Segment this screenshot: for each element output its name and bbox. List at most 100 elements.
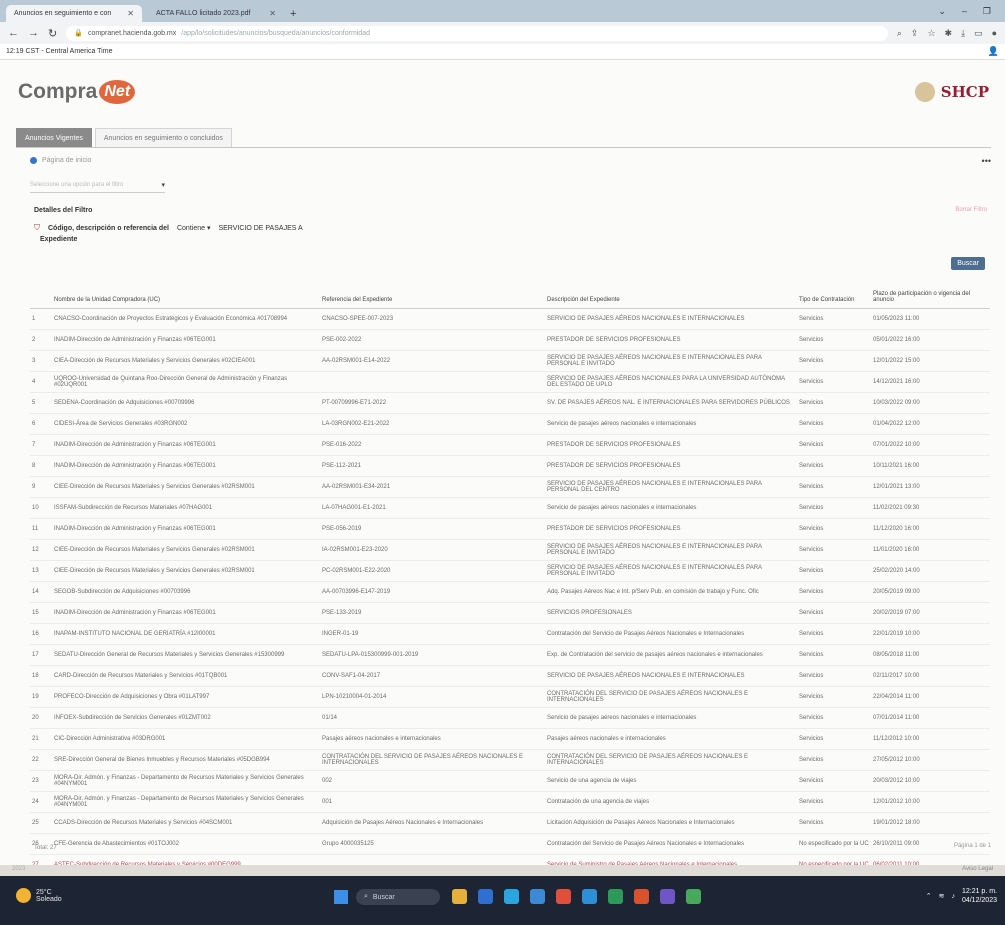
- header-tipo[interactable]: Tipo de Contratación: [797, 279, 871, 309]
- table-row[interactable]: 11 INADIM-Dirección de Administración y F…: [30, 518, 990, 540]
- table-row[interactable]: 3 CIEA-Dirección de Recursos Materiales y…: [30, 350, 990, 372]
- row-descripcion: Licitación Adquisición de Pasajes Aéreos…: [545, 812, 797, 834]
- table-row[interactable]: 7 INADIM-Dirección de Administración y Fi…: [30, 434, 990, 456]
- table-row[interactable]: 5 SEDENA-Coordinación de Adquisiciones #0…: [30, 392, 990, 414]
- sidebar-icon[interactable]: ▭: [974, 28, 983, 39]
- row-referencia: AA-02RSM001-E14-2022: [320, 350, 545, 372]
- extensions-icon[interactable]: ✱: [945, 28, 953, 39]
- row-index: 6: [30, 413, 52, 435]
- wifi-icon[interactable]: ≋: [939, 892, 945, 900]
- row-unidad: PROFECO-Dirección de Adquisiciones y Obr…: [52, 686, 320, 708]
- filter-remove-icon[interactable]: ⛉: [34, 223, 40, 233]
- url-input[interactable]: 🔒 compranet.hacienda.gob.mx /app/lo/soli…: [66, 25, 888, 41]
- clear-filter-link[interactable]: Borrar Filtro: [955, 207, 987, 213]
- tab-anuncios-seguimiento[interactable]: Anuncios en seguimiento o concluidos: [94, 128, 232, 147]
- excel-icon[interactable]: [608, 889, 623, 904]
- share-icon[interactable]: ⇪: [911, 28, 919, 39]
- zoom-icon[interactable]: ⌕: [897, 28, 902, 39]
- teams-icon[interactable]: [660, 889, 675, 904]
- edge-icon[interactable]: [504, 889, 519, 904]
- table-row[interactable]: 24 MORA-Dir. Admón. y Finanzas - Departam…: [30, 791, 990, 813]
- back-icon[interactable]: ←: [8, 27, 19, 39]
- mail-icon[interactable]: [530, 889, 545, 904]
- tab-label: ACTA FALLO licitado 2023.pdf: [156, 10, 251, 17]
- table-row[interactable]: 4 UQROO-Universidad de Quintana Roo-Direc…: [30, 371, 990, 393]
- table-row[interactable]: 10 ISSFAM-Subdirección de Recursos Materi…: [30, 497, 990, 519]
- volume-icon[interactable]: ♪: [951, 893, 955, 900]
- row-referencia: [320, 371, 545, 393]
- row-unidad: MORA-Dir. Admón. y Finanzas - Departamen…: [52, 770, 320, 792]
- table-row[interactable]: 21 CIC-Dirección Administrativa #03DRG001…: [30, 728, 990, 750]
- close-icon[interactable]: ✕: [127, 9, 134, 18]
- user-icon[interactable]: 👤: [988, 46, 999, 57]
- table-row[interactable]: 2 INADIM-Dirección de Administración y Fi…: [30, 329, 990, 351]
- profile-icon[interactable]: ●: [992, 28, 997, 39]
- filter-operator[interactable]: Contiene ▾: [177, 224, 210, 232]
- table-row[interactable]: 14 SEGOB-Subdirección de Adquisiciones #0…: [30, 581, 990, 603]
- browser-tab-anuncios[interactable]: Anuncios en seguimiento e con ✕: [6, 5, 142, 22]
- header-referencia[interactable]: Referencia del Expediente: [320, 279, 545, 309]
- pagination[interactable]: Página 1 de 1: [954, 843, 991, 849]
- close-icon[interactable]: ✕: [269, 9, 276, 18]
- restore-icon[interactable]: ❐: [983, 6, 991, 17]
- download-icon[interactable]: ⤓: [961, 28, 965, 39]
- word-icon[interactable]: [582, 889, 597, 904]
- windows-start-icon[interactable]: [334, 890, 348, 904]
- legal-link[interactable]: Aviso Legal: [962, 866, 993, 872]
- taskbar-search[interactable]: ⌕ Buscar: [356, 889, 440, 905]
- powerpoint-icon[interactable]: [634, 889, 649, 904]
- search-button[interactable]: Buscar: [951, 257, 985, 270]
- header-plazo[interactable]: Plazo de participación o vigencia del an…: [871, 279, 990, 309]
- row-descripcion: SERVICIO DE PASAJES AÉREOS NACIONALES E …: [545, 539, 797, 561]
- weather-widget[interactable]: 25°C Soleado: [16, 888, 62, 903]
- browser-tab-acta[interactable]: ACTA FALLO licitado 2023.pdf ✕: [148, 5, 284, 22]
- app-icon[interactable]: [686, 889, 701, 904]
- row-unidad: CIC-Dirección Administrativa #03DRG001: [52, 728, 320, 750]
- table-row[interactable]: 8 INADIM-Dirección de Administración y Fi…: [30, 455, 990, 477]
- filter-value[interactable]: SERVICIO DE PASAJES A: [218, 225, 302, 232]
- page-content: Compra Net SHCP Anuncios Vigentes Anunci…: [0, 60, 1005, 876]
- clock[interactable]: 12:21 p. m. 04/12/2023: [962, 887, 997, 905]
- table-row[interactable]: 20 INFOEX-Subdirección de Servicios Gener…: [30, 707, 990, 729]
- new-tab-icon[interactable]: +: [290, 8, 296, 22]
- chrome-icon[interactable]: [556, 889, 571, 904]
- table-row[interactable]: 15 INADIM-Dirección de Administración y F…: [30, 602, 990, 624]
- bookmark-item[interactable]: 12:19 CST - Central America Time: [6, 48, 112, 55]
- table-row[interactable]: 18 CARD-Dirección de Recursos Materiales …: [30, 665, 990, 687]
- table-row[interactable]: 22 SRE-Dirección General de Bienes Inmueb…: [30, 749, 990, 771]
- row-unidad: UQROO-Universidad de Quintana Roo-Direcc…: [52, 371, 320, 393]
- table-row[interactable]: 16 INAPAM-INSTITUTO NACIONAL DE GERIATRÍA…: [30, 623, 990, 645]
- table-row[interactable]: 6 CIDESI-Área de Servicios Generales #03R…: [30, 413, 990, 435]
- reload-icon[interactable]: ↻: [48, 27, 57, 40]
- chevron-up-icon[interactable]: ⌃: [926, 892, 932, 900]
- compranet-logo[interactable]: Compra Net: [18, 80, 136, 104]
- table-row[interactable]: 17 SEDATU-Dirección General de Recursos M…: [30, 644, 990, 666]
- taskbar-search-label: Buscar: [372, 893, 395, 901]
- row-plazo: 12/01/2012 10:00: [871, 791, 990, 813]
- more-options-icon[interactable]: •••: [982, 156, 991, 166]
- star-icon[interactable]: ☆: [927, 28, 935, 39]
- bookmarks-bar: 12:19 CST - Central America Time 👤: [0, 44, 1005, 60]
- store-icon[interactable]: [478, 889, 493, 904]
- row-unidad: SEDATU-Dirección General de Recursos Mat…: [52, 644, 320, 666]
- minimize-icon[interactable]: –: [962, 6, 967, 17]
- file-explorer-icon[interactable]: [452, 889, 467, 904]
- chevron-down-icon[interactable]: ⌄: [938, 6, 946, 17]
- row-plazo: 11/12/2020 16:00: [871, 518, 990, 540]
- table-row[interactable]: 23 MORA-Dir. Admón. y Finanzas - Departam…: [30, 770, 990, 792]
- header-descripcion[interactable]: Descripción del Expediente: [545, 279, 797, 309]
- url-path: /app/lo/solicitudes/anuncios/busqueda/an…: [181, 29, 371, 37]
- table-row[interactable]: 12 CIEE-Dirección de Recursos Materiales …: [30, 539, 990, 561]
- header-unidad[interactable]: Nombre de la Unidad Compradora (UC): [52, 279, 320, 309]
- home-link[interactable]: Página de inicio: [30, 157, 91, 164]
- table-row[interactable]: 26 CFE-Gerencia de Abastecimientos #01TOJ…: [30, 833, 990, 855]
- table-row[interactable]: 25 CCADS-Dirección de Recursos Materiales…: [30, 812, 990, 834]
- table-row[interactable]: 19 PROFECO-Dirección de Adquisiciones y O…: [30, 686, 990, 708]
- table-row[interactable]: 1 CNACSO-Coordinación de Proyectos Estrat…: [30, 308, 990, 330]
- filter-select[interactable]: Seleccione una opción para el filtro ▾: [30, 178, 165, 193]
- tab-anuncios-vigentes[interactable]: Anuncios Vigentes: [16, 128, 92, 147]
- table-row[interactable]: 9 CIEE-Dirección de Recursos Materiales y…: [30, 476, 990, 498]
- row-unidad: CARD-Dirección de Recursos Materiales y …: [52, 665, 320, 687]
- forward-icon[interactable]: →: [28, 27, 39, 39]
- table-row[interactable]: 13 CIEE-Dirección de Recursos Materiales …: [30, 560, 990, 582]
